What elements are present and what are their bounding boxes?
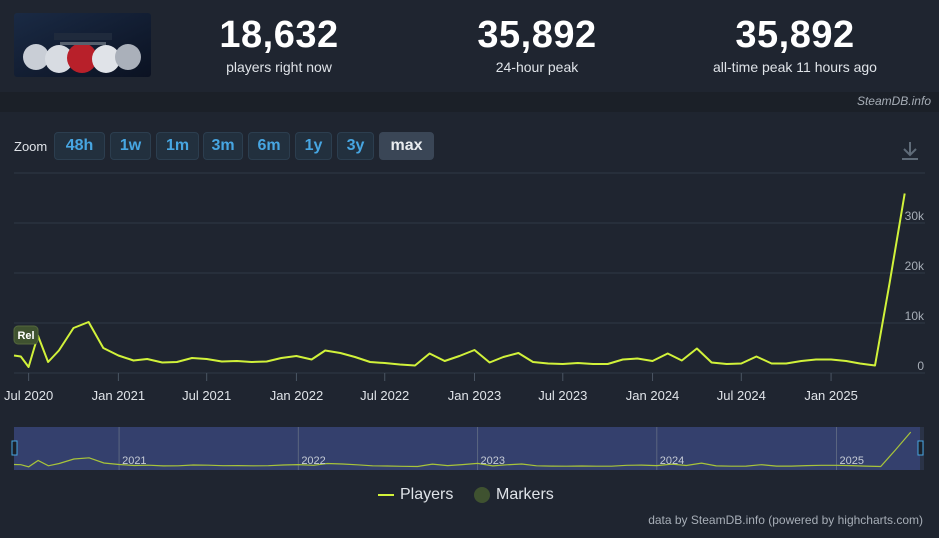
current-players-stat: 18,632 players right now [199, 14, 359, 77]
markers-legend-label: Markers [496, 486, 554, 503]
zoom-button-1w[interactable]: 1w [110, 132, 151, 160]
zoom-button-3y[interactable]: 3y [337, 132, 374, 160]
all-time-peak-stat: 35,892 all-time peak 11 hours ago [685, 14, 905, 77]
zoom-button-max[interactable]: max [379, 132, 434, 160]
stats-header: 18,632 players right now 35,892 24-hour … [0, 0, 939, 92]
chart-panel [0, 112, 939, 538]
legend-item-markers[interactable]: Markers [474, 486, 554, 504]
zoom-button-1m[interactable]: 1m [156, 132, 199, 160]
players-legend-label: Players [400, 486, 454, 503]
markers-legend-swatch [474, 487, 490, 503]
24h-peak-label: 24-hour peak [495, 59, 579, 75]
all-time-peak-label: all-time peak 11 hours ago [713, 59, 877, 75]
24h-peak-stat: 35,892 24-hour peak [457, 14, 617, 77]
zoom-label: Zoom [14, 139, 48, 154]
zoom-button-6m[interactable]: 6m [248, 132, 290, 160]
current-players-label: players right now [226, 59, 332, 75]
current-players-value: 18,632 [219, 14, 339, 56]
download-icon[interactable] [898, 139, 922, 163]
game-capsule-image[interactable] [14, 13, 151, 77]
players-legend-swatch [378, 494, 394, 496]
zoom-button-1y[interactable]: 1y [295, 132, 332, 160]
highcharts-credit[interactable]: data by SteamDB.info (powered by highcha… [648, 513, 923, 527]
steamdb-credit[interactable]: SteamDB.info [857, 94, 931, 108]
zoom-button-3m[interactable]: 3m [203, 132, 243, 160]
zoom-button-48h[interactable]: 48h [54, 132, 105, 160]
24h-peak-value: 35,892 [477, 14, 597, 56]
legend-item-players[interactable]: Players [378, 486, 453, 504]
game-capsule-art [14, 13, 151, 77]
all-time-peak-value: 35,892 [735, 14, 855, 56]
